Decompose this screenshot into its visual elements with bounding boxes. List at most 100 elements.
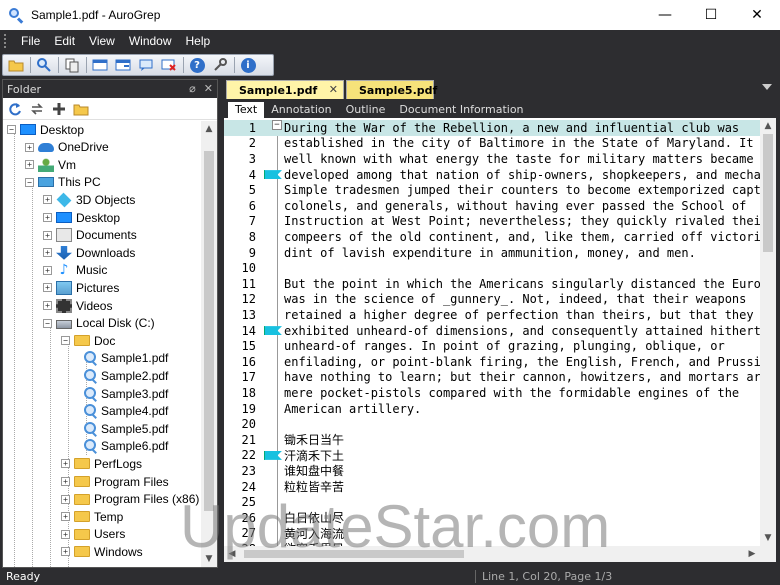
tree-item-downloads[interactable]: + Downloads <box>43 244 135 261</box>
tree-item-users[interactable]: + Users <box>61 526 125 543</box>
bookmark-gutter[interactable] <box>262 214 284 229</box>
bookmark-gutter[interactable] <box>262 292 284 307</box>
tree-item-onedrive[interactable]: + OneDrive <box>25 139 109 156</box>
text-line[interactable]: 6 colonels, and generals, without having … <box>224 198 760 214</box>
tree-item-desktop[interactable]: − Desktop <box>7 121 84 138</box>
tree-item-program-files[interactable]: + Program Files <box>61 473 169 490</box>
text-line[interactable]: 9 dint of lavish expenditure in ammunitio… <box>224 245 760 261</box>
text-line[interactable]: 27 黄河入海流 <box>224 526 760 542</box>
document-text-view[interactable]: 1 During the War of the Rebellion, a new … <box>224 118 760 546</box>
bookmark-gutter[interactable] <box>262 510 284 525</box>
tree-item-sample4-pdf[interactable]: Sample4.pdf <box>79 403 168 420</box>
expand-icon[interactable]: + <box>43 283 52 293</box>
bookmark-gutter[interactable] <box>262 432 284 447</box>
scroll-thumb[interactable] <box>244 550 464 558</box>
text-line[interactable]: 2 established in the city of Baltimore in… <box>224 136 760 152</box>
menu-grip-handle[interactable] <box>4 34 8 48</box>
menu-view[interactable]: View <box>82 34 122 48</box>
collapse-icon[interactable]: − <box>25 177 34 187</box>
expand-icon[interactable]: + <box>61 547 70 557</box>
expand-icon[interactable]: + <box>61 477 70 486</box>
tab-outline[interactable]: Outline <box>339 102 393 118</box>
new-window-icon[interactable] <box>114 56 132 74</box>
tree-item-perflogs[interactable]: + PerfLogs <box>61 455 142 472</box>
bookmark-gutter[interactable] <box>262 261 284 276</box>
bookmark-icon[interactable] <box>264 170 282 180</box>
tree-item-sample6-pdf[interactable]: Sample6.pdf <box>79 438 168 455</box>
expand-icon[interactable]: + <box>61 494 70 504</box>
text-line[interactable]: 10 <box>224 260 760 276</box>
expand-icon[interactable]: + <box>43 195 52 205</box>
tree-item-sample5-pdf[interactable]: Sample5.pdf <box>79 420 168 437</box>
menu-window[interactable]: Window <box>122 34 179 48</box>
text-line[interactable]: 14 exhibited unheard-of dimensions, and c… <box>224 323 760 339</box>
scroll-left-arrow[interactable]: ◀ <box>224 546 240 562</box>
refresh-icon[interactable] <box>7 101 23 117</box>
tabs-dropdown-icon[interactable] <box>762 84 772 90</box>
text-line[interactable]: 4 developed among that nation of ship-own… <box>224 167 760 183</box>
bookmark-gutter[interactable] <box>262 183 284 198</box>
folder-tree-scrollbar[interactable]: ▲ ▼ <box>201 121 217 567</box>
tree-item-doc[interactable]: − Doc <box>61 332 115 349</box>
tab-close-icon[interactable]: ✕ <box>329 83 338 96</box>
panel-close-icon[interactable]: ✕ <box>204 82 213 95</box>
tree-item-pictures[interactable]: + Pictures <box>43 279 119 296</box>
tab-text[interactable]: Text <box>228 102 265 118</box>
text-line[interactable]: 8 compeers of the old continent, and, lik… <box>224 229 760 245</box>
expand-icon[interactable]: + <box>43 248 52 258</box>
search-stop-icon[interactable] <box>160 56 178 74</box>
scroll-up-arrow[interactable]: ▲ <box>201 121 217 137</box>
text-line[interactable]: 20 <box>224 416 760 432</box>
bookmark-gutter[interactable] <box>262 151 284 166</box>
bookmark-gutter[interactable] <box>262 463 284 478</box>
bookmark-gutter[interactable] <box>262 354 284 369</box>
expand-icon[interactable]: + <box>25 142 34 152</box>
copy-icon[interactable] <box>63 56 81 74</box>
expand-icon[interactable]: + <box>61 529 70 539</box>
text-line[interactable]: 7 Instruction at West Point; nevertheless… <box>224 214 760 230</box>
tree-item-sample2-pdf[interactable]: Sample2.pdf <box>79 367 168 384</box>
expand-icon[interactable]: + <box>43 230 52 240</box>
text-line[interactable]: 19 American artillery. <box>224 401 760 417</box>
info-icon[interactable]: i <box>239 56 257 74</box>
fold-toggle-icon[interactable]: − <box>272 120 282 130</box>
tree-item-local-disk-c[interactable]: − Local Disk (C:) <box>43 315 155 332</box>
tree-item-sample1-pdf[interactable]: Sample1.pdf <box>79 350 168 367</box>
bookmark-gutter[interactable] <box>262 276 284 291</box>
text-line[interactable]: 12 was in the science of _gunnery_. Not, … <box>224 292 760 308</box>
bookmark-gutter[interactable] <box>262 526 284 541</box>
minimize-button[interactable]: — <box>642 0 688 30</box>
scroll-up-arrow[interactable]: ▲ <box>760 118 776 134</box>
bookmark-gutter[interactable] <box>262 370 284 385</box>
maximize-button[interactable]: ☐ <box>688 0 734 30</box>
tree-item-desktop[interactable]: + Desktop <box>43 209 120 226</box>
tab-annotation[interactable]: Annotation <box>264 102 338 118</box>
bookmark-gutter[interactable] <box>262 448 284 463</box>
tree-item-this-pc[interactable]: − This PC <box>25 174 101 191</box>
tab-sample1[interactable]: Sample1.pdf ✕ <box>226 80 344 99</box>
search-icon[interactable] <box>35 56 53 74</box>
bookmark-icon[interactable] <box>264 326 282 336</box>
text-line[interactable]: 18 mere pocket-pistols compared with the … <box>224 385 760 401</box>
bookmark-gutter[interactable] <box>262 307 284 322</box>
text-line[interactable]: 15 unheard-of ranges. In point of grazing… <box>224 338 760 354</box>
pin-icon[interactable]: ⌀ <box>189 82 196 95</box>
tree-item-temp[interactable]: + Temp <box>61 508 123 525</box>
tree-item-3d-objects[interactable]: +3D Objects <box>43 191 135 208</box>
text-line[interactable]: 16 enfilading, or point-blank firing, the… <box>224 354 760 370</box>
bookmark-icon[interactable] <box>264 450 282 460</box>
tree-item-vm[interactable]: + Vm <box>25 156 76 173</box>
collapse-icon[interactable]: − <box>61 336 70 346</box>
text-line[interactable]: 24 粒粒皆辛苦 <box>224 479 760 495</box>
bookmark-gutter[interactable] <box>262 245 284 260</box>
text-line[interactable]: 21 锄禾日当午 <box>224 432 760 448</box>
text-line[interactable]: 23 谁知盘中餐 <box>224 463 760 479</box>
window-icon[interactable] <box>91 56 109 74</box>
bookmark-gutter[interactable] <box>262 495 284 510</box>
scroll-right-arrow[interactable]: ▶ <box>744 546 760 562</box>
settings-icon[interactable] <box>211 56 229 74</box>
add-icon[interactable] <box>51 101 67 117</box>
expand-icon[interactable]: + <box>43 265 52 275</box>
folder-open-icon[interactable] <box>73 101 89 117</box>
text-line[interactable]: 25 <box>224 494 760 510</box>
